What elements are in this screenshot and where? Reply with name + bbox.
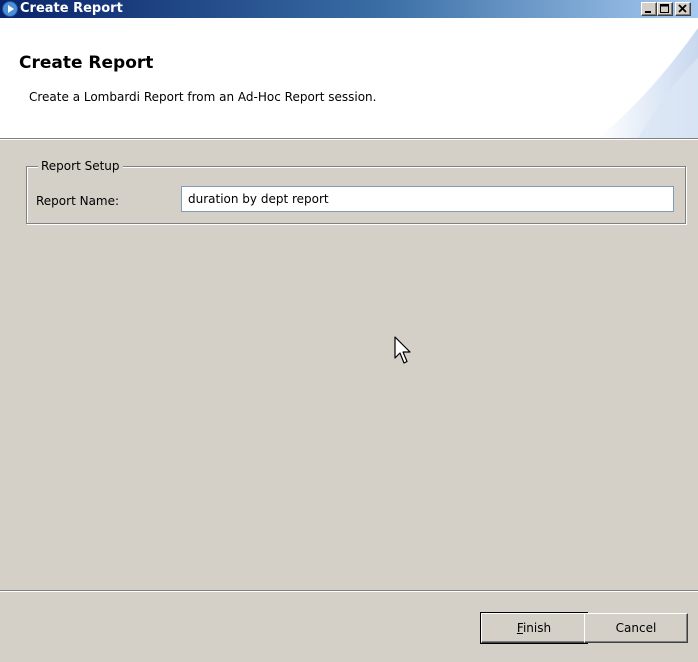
- minimize-button[interactable]: [641, 2, 657, 16]
- close-button[interactable]: [675, 2, 691, 16]
- finish-label: inish: [522, 621, 552, 635]
- page-description: Create a Lombardi Report from an Ad-Hoc …: [29, 90, 377, 104]
- mouse-pointer-icon: [394, 336, 411, 364]
- wizard-banner: Create Report Create a Lombardi Report f…: [0, 18, 698, 138]
- cancel-button[interactable]: Cancel: [584, 613, 688, 643]
- report-name-label: Report Name:: [36, 194, 120, 208]
- footer-divider-highlight: [0, 591, 698, 592]
- app-arrow-icon: [2, 1, 18, 17]
- maximize-icon: [660, 4, 669, 13]
- minimize-icon: [645, 11, 651, 13]
- title-bar[interactable]: Create Report: [0, 0, 698, 18]
- maximize-button[interactable]: [657, 2, 673, 16]
- report-setup-legend: Report Setup: [38, 159, 123, 173]
- finish-button[interactable]: Finish: [480, 612, 588, 644]
- close-icon: [678, 4, 687, 13]
- report-name-input[interactable]: [181, 186, 674, 212]
- banner-graphic: [598, 28, 698, 138]
- page-title: Create Report: [19, 53, 154, 73]
- banner-divider-highlight: [0, 139, 698, 140]
- window-title: Create Report: [20, 1, 123, 16]
